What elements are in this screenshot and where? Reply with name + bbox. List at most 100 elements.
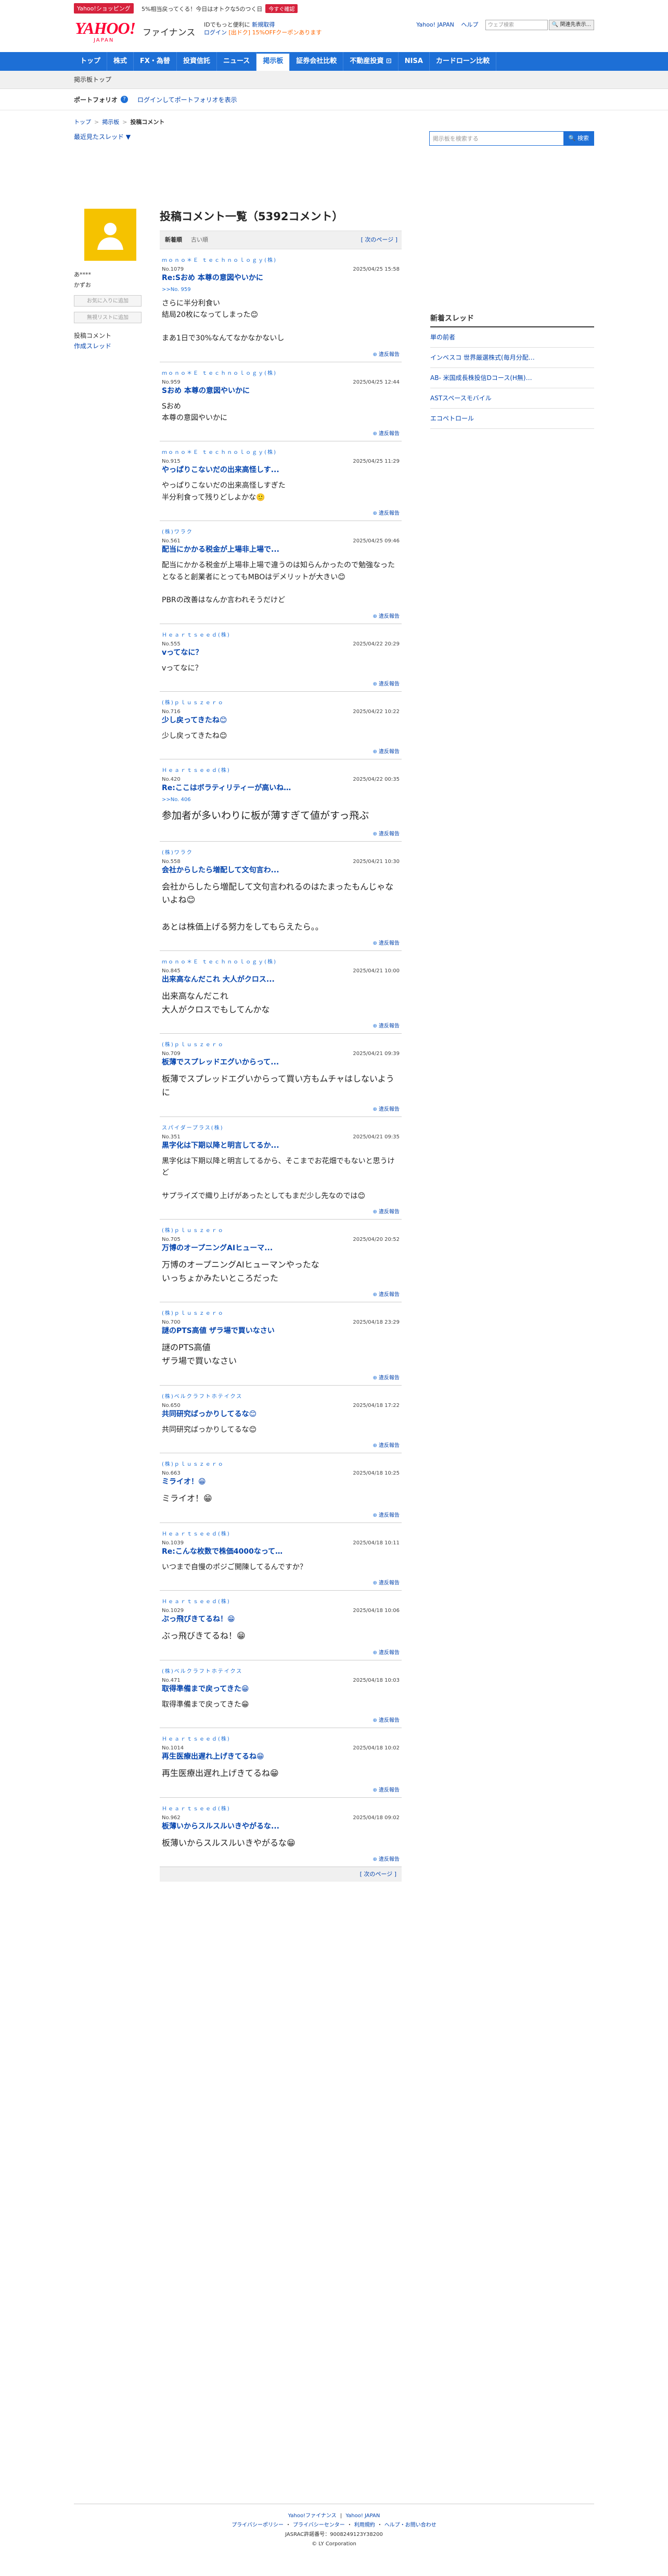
post-title[interactable]: 再生医療出遅れ上げきてるね😁 bbox=[162, 1752, 400, 1761]
promo-button[interactable]: 今すぐ確認 bbox=[265, 4, 298, 13]
report-link[interactable]: 違反報告 bbox=[162, 612, 400, 619]
breadcrumb-top[interactable]: トップ bbox=[74, 119, 91, 125]
menu-posted-comments[interactable]: 投稿コメント bbox=[74, 331, 152, 341]
add-favorite-button[interactable]: お気に入りに追加 bbox=[74, 295, 142, 307]
tab-oldest[interactable]: 古い順 bbox=[191, 235, 208, 244]
report-link[interactable]: 違反報告 bbox=[162, 679, 400, 687]
post-title[interactable]: Re:こんな枚数で株価4000なって… bbox=[162, 1547, 400, 1556]
report-link[interactable]: 違反報告 bbox=[162, 509, 400, 516]
next-page-link-top[interactable]: [ 次のページ ] bbox=[361, 235, 397, 244]
report-link[interactable]: 違反報告 bbox=[162, 1290, 400, 1298]
help-icon[interactable]: ? bbox=[121, 96, 129, 103]
post-author[interactable]: (株)ベルクラフトホテイクス bbox=[162, 1392, 400, 1400]
nav-news[interactable]: ニュース bbox=[217, 52, 257, 71]
web-search-button[interactable]: 🔍 関連先表示... bbox=[548, 20, 594, 30]
post-title[interactable]: 出来高なんだこれ 大人がクロス... bbox=[162, 975, 400, 984]
new-thread-item[interactable]: ASTスペースモバイル bbox=[430, 388, 594, 409]
post-title[interactable]: 板薄でスプレッドエグいからって... bbox=[162, 1058, 400, 1067]
login-link[interactable]: ログイン bbox=[204, 29, 227, 36]
post-author[interactable]: (株)ベルクラフトホテイクス bbox=[162, 1667, 400, 1674]
web-search-input[interactable]: ウェブ検索 bbox=[485, 20, 548, 30]
nav-fx[interactable]: FX・為替 bbox=[134, 52, 177, 71]
post-title[interactable]: ミライオ！😁 bbox=[162, 1477, 400, 1487]
post-author[interactable]: ｍｏｎｏ＊Ｅ ｔｅｃｈｎｏｌｏｇｙ(株) bbox=[162, 369, 400, 376]
footer-help-link[interactable]: ヘルプ・お問い合わせ bbox=[384, 2522, 436, 2528]
post-title[interactable]: 会社からしたら増配して文句言わ... bbox=[162, 866, 400, 875]
next-page-link-bottom[interactable]: [ 次のページ ] bbox=[360, 1871, 396, 1877]
portfolio-login-link[interactable]: ログインしてポートフォリオを表示 bbox=[137, 95, 237, 104]
report-link[interactable]: 違反報告 bbox=[162, 1855, 400, 1862]
post-title[interactable]: 板薄いからスルスルいきやがるな... bbox=[162, 1822, 400, 1831]
post-title[interactable]: 万博のオープニングAIヒューマ... bbox=[162, 1243, 400, 1253]
post-author[interactable]: ｍｏｎｏ＊Ｅ ｔｅｃｈｎｏｌｏｇｙ(株) bbox=[162, 256, 400, 263]
report-link[interactable]: 違反報告 bbox=[162, 829, 400, 837]
report-link[interactable]: 違反報告 bbox=[162, 747, 400, 755]
nav-brokers[interactable]: 証券会社比較 bbox=[290, 52, 344, 71]
post-author[interactable]: (株)ワラク bbox=[162, 527, 400, 535]
nav-top[interactable]: トップ bbox=[74, 52, 108, 71]
reply-to-link[interactable]: >>No. 406 bbox=[162, 797, 400, 803]
post-title[interactable]: 謎のPTS高値 ザラ場で買いなさい bbox=[162, 1326, 400, 1336]
post-title[interactable]: 黒字化は下期以降と明言してるか... bbox=[162, 1141, 400, 1150]
help-link[interactable]: ヘルプ bbox=[461, 21, 478, 28]
report-link[interactable]: 違反報告 bbox=[162, 350, 400, 358]
report-link[interactable]: 違反報告 bbox=[162, 1207, 400, 1215]
board-top-link[interactable]: 掲示板トップ bbox=[74, 71, 594, 88]
report-link[interactable]: 違反報告 bbox=[162, 1105, 400, 1112]
post-author[interactable]: (株)ｐｌｕｓｚｅｒｏ bbox=[162, 1040, 400, 1048]
report-link[interactable]: 違反報告 bbox=[162, 1021, 400, 1029]
promo-badge[interactable]: Yahoo!ショッピング bbox=[74, 3, 134, 14]
post-title[interactable]: ぶっ飛びきてるね！😁 bbox=[162, 1615, 400, 1624]
post-title[interactable]: 取得準備まで戻ってきた😁 bbox=[162, 1684, 400, 1694]
new-thread-item[interactable]: エコペトロール bbox=[430, 409, 594, 429]
post-title[interactable]: 配当にかかる税金が上場非上場で... bbox=[162, 545, 400, 554]
new-thread-item[interactable]: AB- 米国成長株投信Dコース(H無)… bbox=[430, 368, 594, 388]
board-search-input[interactable]: 掲示板を検索する bbox=[429, 131, 564, 146]
post-title[interactable]: vってなに？ bbox=[162, 648, 400, 657]
nav-board[interactable]: 掲示板 bbox=[256, 52, 290, 71]
footer-privacy-link[interactable]: プライバシーポリシー bbox=[232, 2522, 284, 2528]
report-link[interactable]: 違反報告 bbox=[162, 1716, 400, 1723]
nav-stocks[interactable]: 株式 bbox=[107, 52, 134, 71]
post-author[interactable]: Ｈｅａｒｔｓｅｅｄ(株) bbox=[162, 1734, 400, 1742]
post-author[interactable]: Ｈｅａｒｔｓｅｅｄ(株) bbox=[162, 1597, 400, 1605]
report-link[interactable]: 違反報告 bbox=[162, 429, 400, 437]
footer-privacy-center-link[interactable]: プライバシーセンター bbox=[293, 2522, 345, 2528]
post-title[interactable]: やっぱりこないだの出来高怪しす... bbox=[162, 465, 400, 475]
new-thread-item[interactable]: インベスコ 世界厳選株式(毎月分配… bbox=[430, 348, 594, 368]
post-author[interactable]: (株)ｐｌｕｓｚｅｒｏ bbox=[162, 698, 400, 706]
report-link[interactable]: 違反報告 bbox=[162, 1511, 400, 1518]
report-link[interactable]: 違反報告 bbox=[162, 1373, 400, 1381]
promo-text[interactable]: 5%相当戻ってくる！今日はオトクな5のつく日 今すぐ確認 bbox=[142, 4, 298, 13]
post-title[interactable]: Sおめ 本尊の意図やいかに bbox=[162, 386, 400, 396]
post-author[interactable]: Ｈｅａｒｔｓｅｅｄ(株) bbox=[162, 630, 400, 638]
post-title[interactable]: Re:ここはボラティリティーが高いね… bbox=[162, 783, 400, 793]
signup-link[interactable]: 新規取得 bbox=[252, 21, 275, 28]
coupon-link[interactable]: [出ドク] 15%OFFクーポンあります bbox=[229, 29, 322, 36]
new-thread-item[interactable]: 単の前者 bbox=[430, 327, 594, 348]
nav-nisa[interactable]: NISA bbox=[399, 52, 430, 71]
recent-threads-dropdown[interactable]: 最近見たスレッド ▼ bbox=[74, 133, 131, 141]
post-author[interactable]: ｍｏｎｏ＊Ｅ ｔｅｃｈｎｏｌｏｇｙ(株) bbox=[162, 448, 400, 455]
nav-funds[interactable]: 投資信託 bbox=[177, 52, 217, 71]
menu-created-threads[interactable]: 作成スレッド bbox=[74, 342, 111, 350]
board-search-button[interactable]: 🔍 検索 bbox=[563, 131, 594, 146]
post-author[interactable]: Ｈｅａｒｔｓｅｅｄ(株) bbox=[162, 1529, 400, 1537]
post-author[interactable]: (株)ｐｌｕｓｚｅｒｏ bbox=[162, 1309, 400, 1316]
post-title[interactable]: 共同研究ばっかりしてるな😊 bbox=[162, 1410, 400, 1419]
breadcrumb-board[interactable]: 掲示板 bbox=[102, 119, 119, 125]
report-link[interactable]: 違反報告 bbox=[162, 938, 400, 946]
post-author[interactable]: スパイダープラス(株) bbox=[162, 1123, 400, 1131]
add-ignore-button[interactable]: 無視リストに追加 bbox=[74, 312, 142, 323]
post-title[interactable]: Re:Sおめ 本尊の意図やいかに bbox=[162, 273, 400, 283]
reply-to-link[interactable]: >>No. 959 bbox=[162, 287, 400, 293]
post-author[interactable]: (株)ｐｌｕｓｚｅｒｏ bbox=[162, 1226, 400, 1234]
post-author[interactable]: Ｈｅａｒｔｓｅｅｄ(株) bbox=[162, 766, 400, 773]
nav-cardloan[interactable]: カードローン比較 bbox=[430, 52, 497, 71]
post-author[interactable]: Ｈｅａｒｔｓｅｅｄ(株) bbox=[162, 1804, 400, 1812]
footer-yahoo-link[interactable]: Yahoo! JAPAN bbox=[345, 2513, 380, 2519]
report-link[interactable]: 違反報告 bbox=[162, 1648, 400, 1656]
yahoo-logo[interactable]: YAHOO! JAPAN ファイナンス bbox=[75, 19, 195, 43]
footer-terms-link[interactable]: 利用規約 bbox=[354, 2522, 375, 2528]
tab-newest[interactable]: 新着順 bbox=[165, 235, 182, 244]
